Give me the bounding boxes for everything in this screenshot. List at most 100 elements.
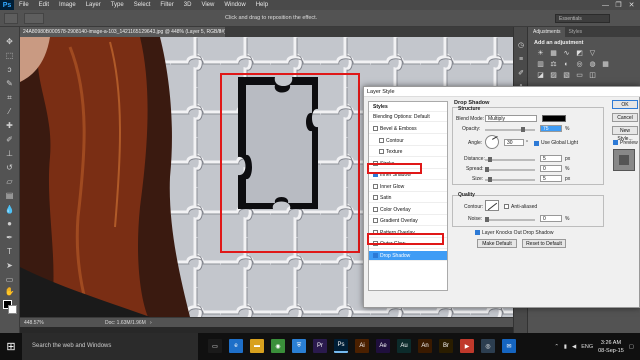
style-item-contour[interactable]: Contour [369, 136, 447, 146]
history-brush-tool-icon[interactable]: ↺ [4, 163, 15, 172]
angle-input[interactable]: 30 [504, 139, 524, 146]
style-item-gradient-overlay[interactable]: Gradient Overlay [369, 216, 447, 226]
taskbar-search[interactable]: Search the web and Windows [22, 333, 198, 360]
noise-slider-knob[interactable] [485, 217, 489, 222]
taskbar-app-13[interactable]: ◎ [481, 339, 495, 353]
black-white-icon[interactable]: ◐ [562, 60, 571, 68]
language-indicator[interactable]: ENG [581, 344, 593, 350]
size-slider[interactable] [485, 177, 535, 182]
contour-picker[interactable] [485, 200, 499, 211]
distance-slider[interactable] [485, 157, 535, 162]
style-checkbox[interactable] [373, 126, 378, 131]
size-input[interactable]: 5 [540, 175, 562, 182]
opacity-slider[interactable] [485, 127, 535, 132]
menu-layer[interactable]: Layer [81, 0, 106, 10]
style-checkbox[interactable] [379, 149, 384, 154]
lasso-tool-icon[interactable]: ↄ [4, 65, 15, 74]
blur-tool-icon[interactable]: 💧 [4, 205, 15, 214]
zoom-level[interactable]: 448.57% [24, 318, 44, 328]
new-style-button[interactable]: New Style... [612, 126, 638, 142]
style-checkbox[interactable] [373, 218, 378, 223]
noise-slider[interactable] [485, 217, 535, 222]
shadow-color-swatch[interactable] [542, 115, 566, 122]
menu-window[interactable]: Window [219, 0, 250, 10]
vibrance-icon[interactable]: ▽ [588, 49, 597, 57]
shape-tool-icon[interactable]: ▭ [4, 275, 15, 284]
dodge-tool-icon[interactable]: ● [4, 219, 15, 228]
hue-saturation-icon[interactable]: ▥ [536, 60, 545, 68]
curves-icon[interactable]: ∿ [562, 49, 571, 57]
styles-header[interactable]: Styles [369, 102, 447, 112]
brush-tool-icon[interactable]: ✐ [4, 135, 15, 144]
history-icon[interactable]: ◷ [517, 41, 525, 49]
close-button[interactable]: ✕ [625, 0, 638, 10]
chevron-up-icon[interactable]: ⌃ [554, 344, 559, 350]
clone-stamp-tool-icon[interactable]: ⊥ [4, 149, 15, 158]
gradient-map-icon[interactable]: ▭ [575, 71, 584, 79]
eyedropper-tool-icon[interactable]: ⁄ [4, 107, 15, 116]
status-menu-arrow[interactable]: › [150, 318, 152, 328]
taskbar-app-0[interactable]: ▭ [208, 339, 222, 353]
taskbar-app-10[interactable]: An [418, 339, 432, 353]
taskbar-app-2[interactable]: ▬ [250, 339, 264, 353]
hand-tool-icon[interactable]: ✋ [4, 287, 15, 296]
spread-input[interactable]: 0 [540, 165, 562, 172]
menu-select[interactable]: Select [129, 0, 156, 10]
channel-mixer-icon[interactable]: ◍ [588, 60, 597, 68]
use-global-light-checkbox[interactable] [534, 141, 539, 146]
spread-slider[interactable] [485, 167, 535, 172]
marquee-tool-icon[interactable]: ⬚ [4, 51, 15, 60]
style-item-texture[interactable]: Texture [369, 147, 447, 157]
menu-view[interactable]: View [196, 0, 219, 10]
brightness-icon[interactable]: ☀ [536, 49, 545, 57]
menu-type[interactable]: Type [106, 0, 129, 10]
properties-icon[interactable]: ≡ [517, 55, 525, 63]
style-item-color-overlay[interactable]: Color Overlay [369, 205, 447, 215]
exposure-icon[interactable]: ◩ [575, 49, 584, 57]
volume-icon[interactable]: ◀ [572, 344, 576, 350]
network-icon[interactable]: ▮ [564, 344, 567, 350]
noise-input[interactable]: 0 [540, 215, 562, 222]
size-slider-knob[interactable] [488, 177, 492, 182]
ok-button[interactable]: OK [612, 100, 638, 109]
crop-tool-icon[interactable]: ⌗ [4, 93, 15, 102]
type-tool-icon[interactable]: T [4, 247, 15, 256]
menu-help[interactable]: Help [251, 0, 273, 10]
spread-slider-knob[interactable] [485, 167, 489, 172]
style-checkbox[interactable] [373, 183, 378, 189]
menu-3d[interactable]: 3D [179, 0, 197, 10]
color-balance-icon[interactable]: ⚖ [549, 60, 558, 68]
background-color-swatch[interactable] [8, 305, 17, 314]
blend-mode-select[interactable]: Multiply [485, 115, 537, 122]
cancel-button[interactable]: Cancel [612, 113, 638, 122]
invert-icon[interactable]: ◪ [536, 71, 545, 79]
style-item-inner-glow[interactable]: Inner Glow [369, 182, 447, 192]
style-item-satin[interactable]: Satin [369, 193, 447, 203]
eraser-tool-icon[interactable]: ▱ [4, 177, 15, 186]
photo-filter-icon[interactable]: ◎ [575, 60, 584, 68]
close-tab-icon[interactable]: × [218, 27, 222, 37]
style-item-bevel-emboss[interactable]: Bevel & Emboss [369, 124, 447, 134]
distance-input[interactable]: 5 [540, 155, 562, 162]
workspace-select[interactable]: Essentials [555, 14, 610, 23]
blending-options[interactable]: Blending Options: Default [369, 112, 447, 122]
taskbar-app-6[interactable]: Ps [334, 339, 348, 353]
maximize-button[interactable]: ❐ [612, 0, 625, 10]
taskbar-app-12[interactable]: ▶ [460, 339, 474, 353]
move-tool-icon[interactable] [4, 13, 18, 24]
taskbar-app-14[interactable]: ✉ [502, 339, 516, 353]
angle-dial[interactable] [485, 135, 499, 149]
move-tool-icon[interactable]: ✥ [4, 37, 15, 46]
taskbar-app-4[interactable]: ⛨ [292, 339, 306, 353]
taskbar-app-9[interactable]: Au [397, 339, 411, 353]
healing-tool-icon[interactable]: ✚ [4, 121, 15, 130]
gradient-tool-icon[interactable]: ▤ [4, 191, 15, 200]
preview-checkbox[interactable] [613, 140, 618, 145]
opacity-slider-knob[interactable] [521, 127, 525, 132]
levels-icon[interactable]: ▦ [549, 49, 558, 57]
menu-edit[interactable]: Edit [34, 0, 54, 10]
reset-default-button[interactable]: Reset to Default [522, 239, 566, 248]
taskbar-app-11[interactable]: Br [439, 339, 453, 353]
tool-preset-icon[interactable] [24, 13, 44, 24]
make-default-button[interactable]: Make Default [477, 239, 517, 248]
